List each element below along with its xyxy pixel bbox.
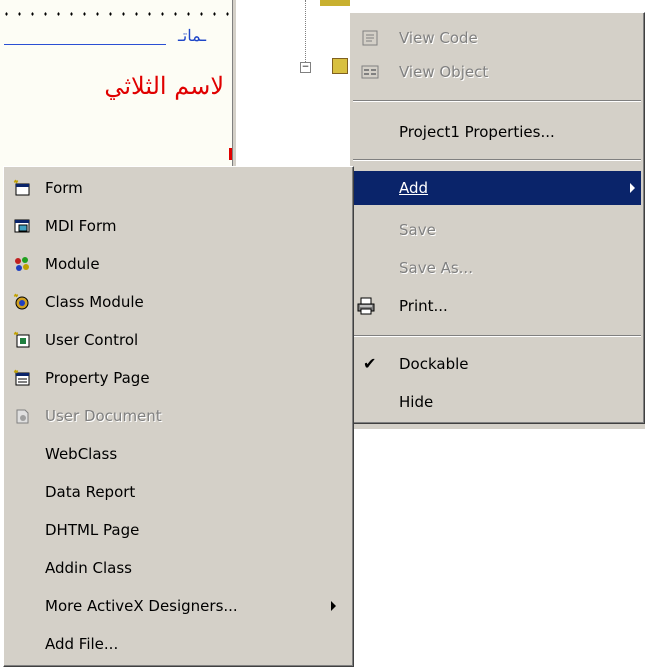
submenu-item-add-file[interactable]: Add File... [7, 627, 350, 661]
submenu-item-label: Addin Class [45, 559, 132, 577]
submenu-item-class-module[interactable]: Class Module [7, 285, 350, 319]
printer-icon [357, 297, 375, 315]
submenu-item-user-control[interactable]: User Control [7, 323, 350, 357]
menu-item-print[interactable]: Print... [353, 289, 641, 323]
submenu-item-addin-class[interactable]: Addin Class [7, 551, 350, 585]
submenu-item-label: Add File... [45, 635, 119, 653]
submenu-item-webclass[interactable]: WebClass [7, 437, 350, 471]
menu-item-hide[interactable]: Hide [353, 385, 641, 419]
submenu-item-form[interactable]: Form [7, 171, 350, 205]
submenu-item-label: DHTML Page [45, 521, 140, 539]
submenu-item-label: Form [45, 179, 83, 197]
menu-item-add[interactable]: Add [353, 171, 641, 205]
submenu-item-label: More ActiveX Designers... [45, 597, 238, 615]
menu-item-label: Dockable [399, 355, 469, 373]
view-code-icon [362, 30, 378, 46]
user-control-icon [13, 331, 30, 348]
submenu-item-label: Module [45, 255, 100, 273]
submenu-item-label: WebClass [45, 445, 118, 463]
menu-item-label: Print... [399, 297, 448, 315]
submenu-arrow-icon [630, 183, 635, 193]
menu-item-label: View Object [399, 63, 489, 81]
submenu-item-property-page[interactable]: Property Page [7, 361, 350, 395]
submenu-item-label: User Control [45, 331, 139, 349]
menu-separator [353, 335, 641, 337]
property-page-icon [13, 369, 30, 386]
menu-item-view-code[interactable]: View Code [353, 21, 641, 55]
form-red-label[interactable]: لاسم الثلاثي [104, 72, 224, 100]
menu-item-save[interactable]: Save [353, 213, 641, 247]
user-document-icon [16, 409, 29, 424]
menu-item-label: View Code [399, 29, 478, 47]
submenu-item-label: Data Report [45, 483, 136, 501]
submenu-item-label: User Document [45, 407, 162, 425]
menu-item-dockable[interactable]: ✔ Dockable [353, 347, 641, 381]
submenu-item-data-report[interactable]: Data Report [7, 475, 350, 509]
mdi-form-icon [14, 219, 30, 233]
menu-separator [353, 100, 641, 102]
submenu-item-label: MDI Form [45, 217, 117, 235]
submenu-item-module[interactable]: Module [7, 247, 350, 281]
class-module-icon [13, 293, 29, 310]
project-node-icon[interactable] [332, 58, 348, 74]
menu-item-label: Project1 Properties... [399, 123, 555, 141]
checkmark-icon: ✔ [363, 354, 377, 373]
menu-item-label: Add [399, 179, 429, 197]
submenu-item-more-activex-designers[interactable]: More ActiveX Designers... [7, 589, 350, 623]
submenu-arrow-icon [331, 601, 336, 611]
menu-separator [353, 159, 641, 161]
menu-item-view-object[interactable]: View Object [353, 55, 641, 89]
submenu-item-dhtml-page[interactable]: DHTML Page [7, 513, 350, 547]
add-submenu: Form MDI Form Module Class Module User C… [3, 166, 354, 667]
form-icon [13, 179, 30, 196]
tree-expand-icon[interactable]: − [300, 62, 311, 73]
submenu-item-user-document[interactable]: User Document [7, 399, 350, 433]
menu-item-label: Save [399, 221, 436, 239]
module-icon [15, 257, 29, 271]
form-blue-label[interactable]: ـماتـ [178, 26, 206, 45]
menu-item-project-properties[interactable]: Project1 Properties... [353, 115, 641, 149]
submenu-item-label: Property Page [45, 369, 150, 387]
submenu-item-mdi-form[interactable]: MDI Form [7, 209, 350, 243]
menu-item-save-as[interactable]: Save As... [353, 251, 641, 285]
form-blue-underline [4, 44, 166, 45]
menu-item-label: Save As... [399, 259, 473, 277]
submenu-item-label: Class Module [45, 293, 144, 311]
folder-icon [320, 0, 350, 6]
menu-item-label: Hide [399, 393, 434, 411]
view-object-icon [361, 65, 379, 79]
project-context-menu: View Code View Object Project1 Propertie… [349, 12, 645, 424]
